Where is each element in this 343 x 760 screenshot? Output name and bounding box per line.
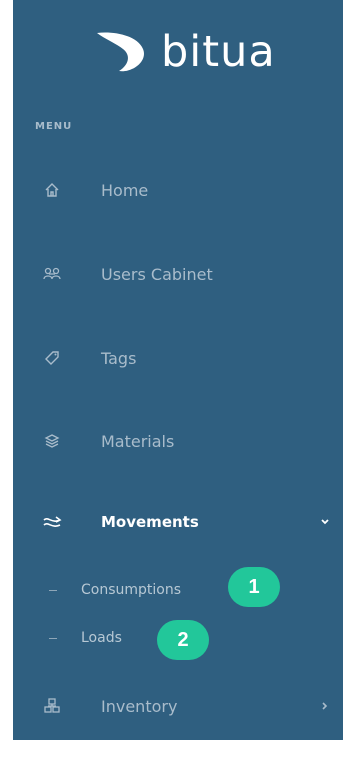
sidebar-item-label: Home	[101, 180, 149, 200]
brand-logo[interactable]: bitua	[93, 22, 276, 82]
sidebar-item-label: Tags	[101, 348, 137, 368]
sidebar-subitem-label: Loads	[81, 630, 122, 646]
sidebar-item-movements[interactable]: Movements	[13, 500, 343, 544]
sub-item-dash	[49, 589, 57, 591]
sidebar-item-label: Materials	[101, 431, 175, 451]
chevron-right-icon[interactable]	[319, 700, 331, 712]
sidebar-item-inventory[interactable]: Inventory	[13, 684, 343, 728]
sidebar-item-label: Users Cabinet	[101, 264, 213, 284]
inventory-icon	[41, 695, 63, 717]
sidebar: bitua MENU Home Users Cabinet Tags Mater…	[13, 0, 343, 740]
sidebar-item-label: Movements	[101, 513, 199, 531]
sidebar-item-label: Inventory	[101, 696, 178, 716]
sidebar-item-materials[interactable]: Materials	[13, 419, 343, 463]
sidebar-subitem-label: Consumptions	[81, 582, 182, 598]
movements-icon	[41, 511, 63, 533]
tag-icon	[41, 347, 63, 369]
materials-icon	[41, 430, 63, 452]
home-icon	[41, 179, 63, 201]
brand-name: bitua	[161, 27, 276, 77]
step-badge-2: 2	[157, 620, 209, 660]
chevron-down-icon[interactable]	[319, 516, 331, 528]
sidebar-item-users-cabinet[interactable]: Users Cabinet	[13, 252, 343, 296]
sidebar-item-home[interactable]: Home	[13, 168, 343, 212]
sub-item-dash	[49, 637, 57, 639]
sidebar-item-tags[interactable]: Tags	[13, 336, 343, 380]
menu-section-label: MENU	[35, 121, 73, 132]
bitua-logo-mark-icon	[97, 32, 144, 72]
step-badge-1: 1	[228, 567, 280, 607]
users-icon	[41, 263, 63, 285]
sidebar-subitem-consumptions[interactable]: Consumptions	[13, 575, 343, 605]
